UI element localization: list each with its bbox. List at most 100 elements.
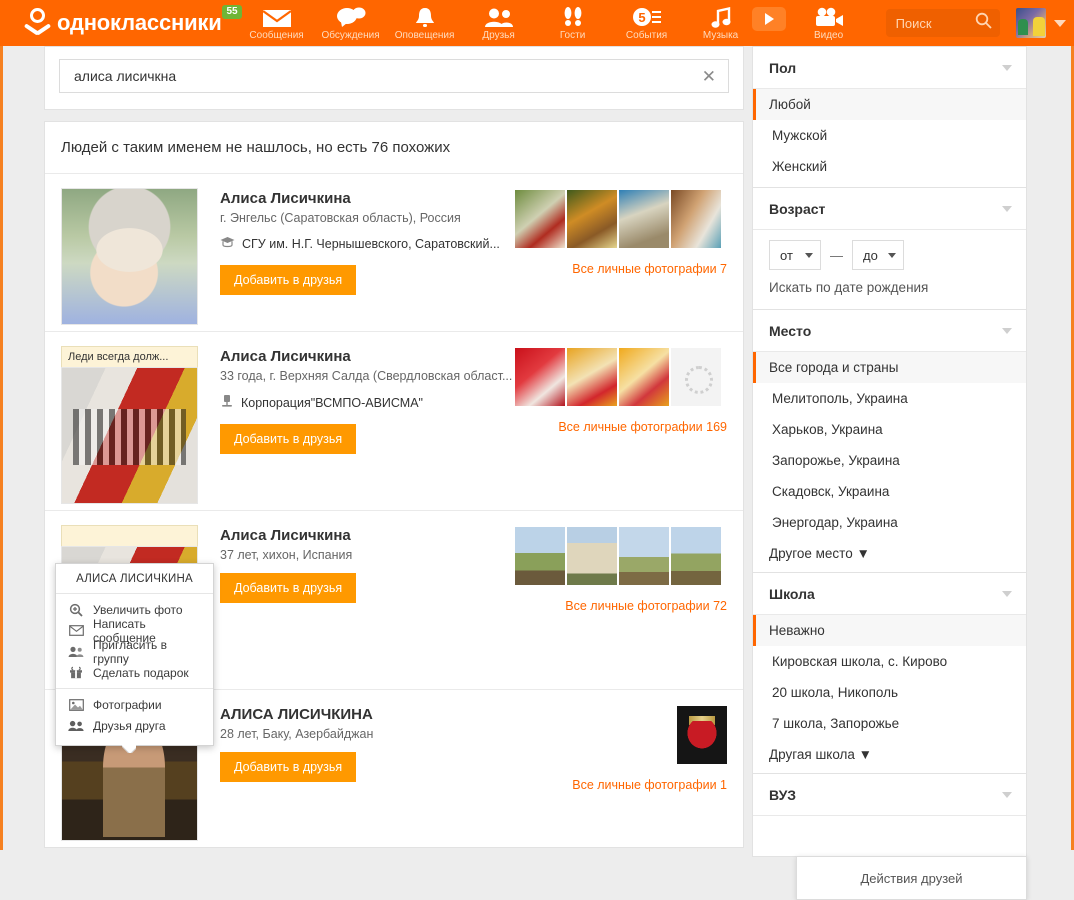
chevron-down-icon[interactable] [1002, 591, 1012, 597]
nav-label: Видео [813, 30, 844, 41]
age-to-select[interactable]: до [852, 240, 904, 270]
chevron-down-icon[interactable] [1054, 19, 1066, 27]
add-friend-button[interactable]: Добавить в друзья [220, 265, 357, 295]
nav-item-guests[interactable]: Гости [536, 0, 610, 46]
result-card[interactable]: Алиса Лисичкина г. Энгельс (Саратовская … [45, 174, 743, 332]
filter-option-male[interactable]: Мужской [753, 120, 1026, 151]
friends-actions-tooltip[interactable]: Действия друзей [796, 856, 1027, 900]
nav-item-notifications[interactable]: Оповещения [388, 0, 462, 46]
profile-photo[interactable] [61, 188, 198, 325]
filter-option-female[interactable]: Женский [753, 151, 1026, 187]
filter-option-place[interactable]: Скадовск, Украина [753, 476, 1026, 507]
profile-photo[interactable] [61, 367, 198, 504]
avatar-column: Леди всегда долж... [61, 346, 201, 504]
nav-item-video[interactable]: Видео [786, 0, 872, 46]
photo-thumbnail[interactable] [677, 706, 727, 764]
profile-menu[interactable] [1016, 8, 1066, 38]
photo-thumbnail[interactable] [567, 527, 617, 585]
all-photos-link[interactable]: Все личные фотографии 169 [515, 420, 727, 434]
search-by-birthdate-link[interactable]: Искать по дате рождения [753, 274, 1026, 309]
profile-name[interactable]: Алиса Лисичкина [220, 190, 515, 207]
photo-thumbnail[interactable] [671, 190, 721, 248]
search-input[interactable] [72, 67, 700, 85]
zoom-in-icon [68, 602, 84, 617]
filter-title: Место [769, 323, 812, 339]
close-icon[interactable]: ✕ [700, 68, 718, 85]
photo-thumbnail[interactable] [619, 348, 669, 406]
video-camera-icon [814, 7, 844, 28]
search-icon[interactable] [975, 12, 992, 34]
context-menu-item-invite-to-group[interactable]: Пригласить в группу [56, 638, 213, 666]
result-card[interactable]: Леди всегда долж... Алиса Лисичкина 33 г… [45, 332, 743, 511]
top-navigation-bar: одноклассники 55 Сообщения Обсуждения Оп… [0, 0, 1074, 46]
other-school-toggle[interactable]: Другая школа ▼ [753, 739, 1026, 773]
photo-thumbnail-loading[interactable] [671, 348, 721, 406]
nav-item-events[interactable]: 5 События [610, 0, 684, 46]
filter-option-any-school[interactable]: Неважно [753, 615, 1026, 646]
photo-thumbnail[interactable] [671, 527, 721, 585]
filter-header-gender[interactable]: Пол [753, 47, 1026, 89]
filter-header-age[interactable]: Возраст [753, 188, 1026, 230]
profile-name[interactable]: Алиса Лисичкина [220, 527, 515, 544]
context-menu-item-label: Пригласить в группу [93, 637, 167, 666]
envelope-icon [68, 623, 84, 638]
photo-thumbnail[interactable] [515, 348, 565, 406]
add-friend-button[interactable]: Добавить в друзья [220, 752, 357, 782]
info-column: Алиса Лисичкина 37 лет, хихон, Испания Д… [201, 525, 515, 683]
workplace-text: Корпорация"ВСМПО-АВИСМА" [241, 395, 423, 410]
filter-option-place[interactable]: Харьков, Украина [753, 414, 1026, 445]
chevron-down-icon[interactable] [1002, 792, 1012, 798]
filter-block-gender: Пол Любой Мужской Женский [752, 46, 1027, 187]
results-heading: Людей с таким именем не нашлось, но есть… [45, 122, 743, 174]
context-menu-item-photos[interactable]: Фотографии [56, 694, 213, 715]
profile-name[interactable]: Алиса Лисичкина [220, 348, 515, 365]
photo-caption [61, 525, 198, 546]
filter-option-school[interactable]: 20 школа, Никополь [753, 677, 1026, 708]
context-menu-title: АЛИСА ЛИСИЧКИНА [56, 564, 213, 594]
play-button[interactable] [751, 6, 786, 31]
header-search[interactable] [885, 9, 1000, 37]
nav-item-discussions[interactable]: Обсуждения [314, 0, 388, 46]
filter-option-place[interactable]: Мелитополь, Украина [753, 383, 1026, 414]
avatar-column [61, 188, 201, 325]
photo-thumbnail[interactable] [619, 190, 669, 248]
logo[interactable]: одноклассники 55 [26, 5, 242, 38]
graduation-cap-icon [220, 236, 235, 252]
nav-item-friends[interactable]: Друзья [462, 0, 536, 46]
nav-item-messages[interactable]: Сообщения [240, 0, 314, 46]
filter-header-school[interactable]: Школа [753, 573, 1026, 615]
photos-column: Все личные фотографии 7 [515, 188, 727, 325]
svg-text:5: 5 [638, 10, 645, 25]
filter-header-place[interactable]: Место [753, 310, 1026, 352]
add-friend-button[interactable]: Добавить в друзья [220, 573, 357, 603]
photo-thumbnail[interactable] [515, 527, 565, 585]
filter-option-place[interactable]: Запорожье, Украина [753, 445, 1026, 476]
filter-option-all-places[interactable]: Все города и страны [753, 352, 1026, 383]
filter-option-any-gender[interactable]: Любой [753, 89, 1026, 120]
photo-thumbnail[interactable] [515, 190, 565, 248]
age-from-value: от [780, 247, 793, 263]
add-friend-button[interactable]: Добавить в друзья [220, 424, 357, 454]
filter-header-university[interactable]: ВУЗ [753, 774, 1026, 816]
chevron-down-icon[interactable] [1002, 328, 1012, 334]
photos-column: Все личные фотографии 72 [515, 525, 727, 683]
photo-thumbnail[interactable] [567, 190, 617, 248]
profile-name[interactable]: АЛИСА ЛИСИЧКИНА [220, 706, 515, 723]
people-search-field[interactable]: ✕ [59, 59, 729, 93]
all-photos-link[interactable]: Все личные фотографии 7 [515, 262, 727, 276]
filter-option-place[interactable]: Энергодар, Украина [753, 507, 1026, 538]
header-search-input[interactable] [893, 14, 975, 32]
photo-thumbnail[interactable] [567, 348, 617, 406]
avatar[interactable] [1016, 8, 1046, 38]
all-photos-link[interactable]: Все личные фотографии 1 [515, 778, 727, 792]
context-menu-item-friends-of-friend[interactable]: Друзья друга [56, 715, 213, 736]
nav-item-music[interactable]: Музыка [684, 0, 758, 46]
chevron-down-icon[interactable] [1002, 206, 1012, 212]
chevron-down-icon[interactable] [1002, 65, 1012, 71]
filter-option-school[interactable]: Кировская школа, с. Кирово [753, 646, 1026, 677]
photo-thumbnail[interactable] [619, 527, 669, 585]
all-photos-link[interactable]: Все личные фотографии 72 [515, 599, 727, 613]
age-from-select[interactable]: от [769, 240, 821, 270]
filter-option-school[interactable]: 7 школа, Запорожье [753, 708, 1026, 739]
other-place-toggle[interactable]: Другое место ▼ [753, 538, 1026, 572]
